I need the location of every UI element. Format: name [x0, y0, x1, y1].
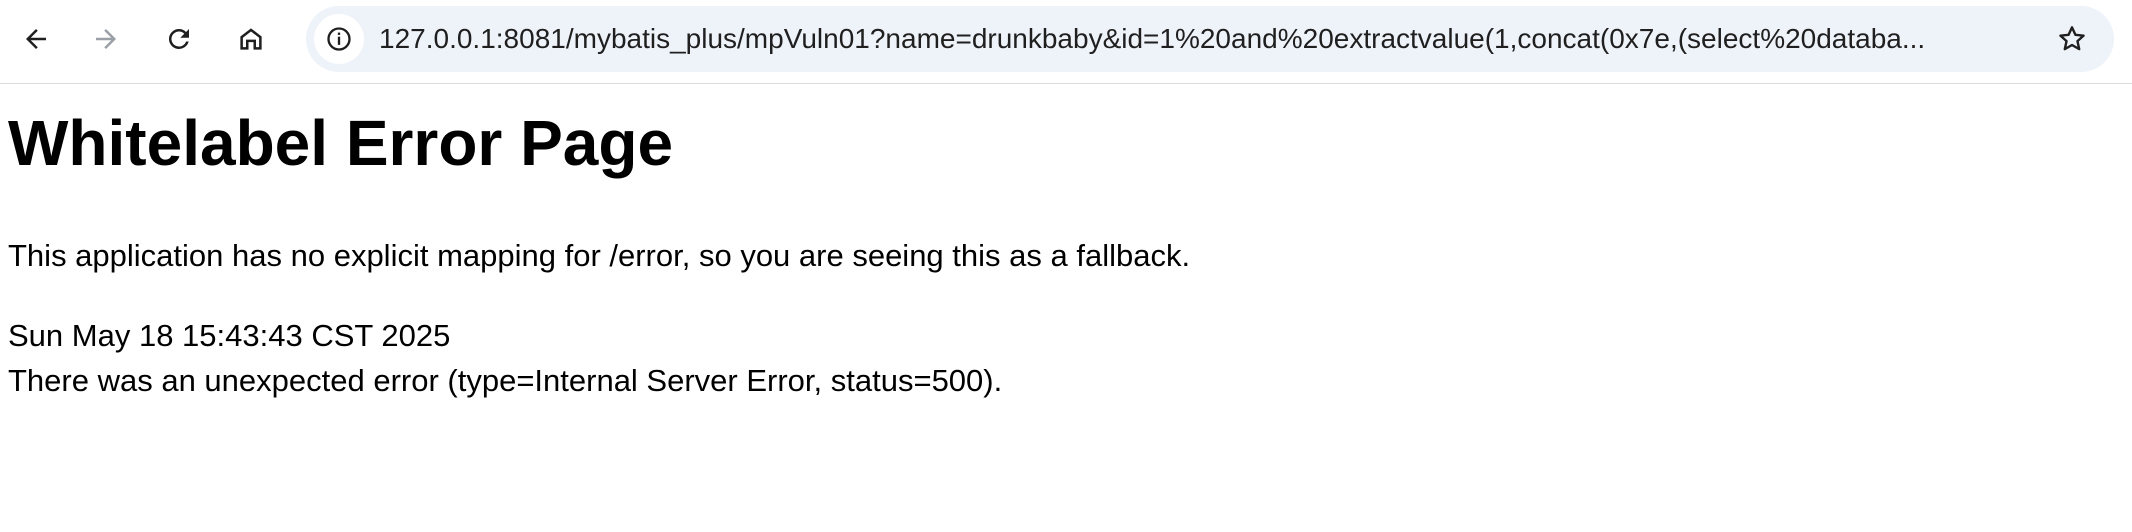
back-arrow-icon [26, 29, 46, 49]
address-bar[interactable]: 127.0.0.1:8081/mybatis_plus/mpVuln01?nam… [306, 6, 2114, 72]
reload-icon [168, 28, 189, 49]
error-timestamp: Sun May 18 15:43:43 CST 2025 [8, 318, 451, 353]
error-details: Sun May 18 15:43:43 CST 2025 There was a… [8, 313, 1002, 403]
fallback-message: This application has no explicit mapping… [8, 238, 1191, 273]
url-text[interactable]: 127.0.0.1:8081/mybatis_plus/mpVuln01?nam… [379, 6, 2019, 72]
home-button[interactable] [229, 17, 273, 61]
forward-arrow-icon [96, 29, 116, 49]
reload-button[interactable] [157, 17, 201, 61]
site-info-button[interactable] [314, 14, 364, 64]
page-title: Whitelabel Error Page [8, 107, 674, 179]
browser-toolbar: 127.0.0.1:8081/mybatis_plus/mpVuln01?nam… [0, 0, 2132, 84]
forward-button[interactable] [84, 17, 128, 61]
error-description: There was an unexpected error (type=Inte… [8, 363, 1003, 398]
info-icon [327, 27, 351, 51]
home-icon [240, 28, 262, 50]
back-button[interactable] [14, 17, 58, 61]
bookmark-button[interactable] [2056, 23, 2088, 55]
star-icon [2059, 26, 2085, 51]
